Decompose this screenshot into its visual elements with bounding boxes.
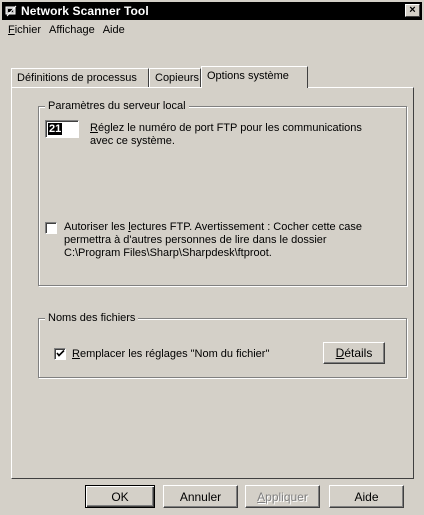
replace-mnemonic: R (72, 348, 80, 360)
apply-label: Appliquer (257, 490, 308, 504)
port-text-line2: avec ce système. (90, 135, 175, 147)
replace-filename-label: Remplacer les réglages "Nom du fichier" (72, 348, 269, 361)
menu-fichier-label: ichier (14, 24, 42, 36)
ftp-read-checkbox[interactable] (45, 222, 57, 234)
ok-button[interactable]: OK (85, 485, 155, 508)
title-bar[interactable]: Network Scanner Tool × (2, 2, 422, 20)
tab-system-options[interactable]: Options système (201, 66, 308, 88)
port-text-line1: églez le numéro de port FTP pour les com… (97, 122, 362, 134)
details-text: étails (344, 346, 373, 360)
help-button[interactable]: Aide (329, 485, 404, 508)
tab-label: Définitions de processus (17, 72, 137, 84)
details-button[interactable]: Détails (323, 342, 385, 364)
scanner-app-icon (5, 5, 17, 17)
cancel-label: Annuler (179, 489, 222, 504)
ftp-text-line3: C:\Program Files\Sharp\Sharpdesk\ftproot… (64, 247, 272, 259)
apply-mnemonic: A (257, 489, 266, 504)
group-label: Paramètres du serveur local (45, 100, 189, 112)
port-description: Réglez le numéro de port FTP pour les co… (90, 122, 400, 148)
close-icon: × (409, 4, 416, 16)
replace-text: emplacer les réglages "Nom du fichier" (79, 348, 270, 360)
dialog-window: Network Scanner Tool × Fichier Affichage… (0, 0, 424, 515)
filenames-group: Noms des fichiers Remplacer les réglages… (38, 312, 407, 378)
replace-filename-checkbox[interactable] (54, 348, 66, 360)
port-value: 21 (48, 123, 63, 135)
menu-fichier[interactable]: Fichier (4, 24, 45, 36)
help-label: Aide (354, 489, 379, 504)
details-label: Détails (336, 346, 373, 360)
tab-panel: Paramètres du serveur local 21 Réglez le… (11, 87, 414, 479)
menu-aide-label: Aide (102, 24, 125, 36)
ftp-text-post: ectures FTP. Avertissement : Cocher cett… (130, 221, 362, 233)
tab-label: Options système (207, 70, 289, 82)
port-mnemonic: R (90, 122, 98, 134)
checkmark-icon (56, 349, 65, 357)
menu-affichage-label: Affichage (49, 24, 95, 36)
tab-process-definitions[interactable]: Définitions de processus (11, 68, 149, 87)
cancel-button[interactable]: Annuler (163, 485, 238, 508)
menu-fichier-mnemonic: F (8, 24, 15, 36)
apply-text: ppliquer (265, 489, 308, 504)
group-label: Noms des fichiers (45, 312, 139, 324)
window-title: Network Scanner Tool (21, 4, 149, 18)
port-input[interactable]: 21 (45, 120, 79, 138)
tab-label: Copieurs (155, 72, 200, 84)
menu-affichage[interactable]: Affichage (45, 24, 99, 36)
close-button[interactable]: × (405, 4, 420, 17)
tab-copiers[interactable]: Copieurs (149, 68, 201, 87)
menu-bar: Fichier Affichage Aide (4, 21, 129, 39)
ftp-text-line2: permettra à d'autres personnes de lire d… (64, 234, 327, 246)
ftp-text-pre: Autoriser les (64, 221, 129, 233)
ftp-description: Autoriser les lectures FTP. Avertissemen… (64, 221, 402, 260)
ok-label: OK (111, 489, 129, 504)
menu-aide[interactable]: Aide (99, 24, 129, 36)
local-server-group: Paramètres du serveur local 21 Réglez le… (38, 100, 407, 286)
apply-button[interactable]: Appliquer (245, 485, 320, 508)
